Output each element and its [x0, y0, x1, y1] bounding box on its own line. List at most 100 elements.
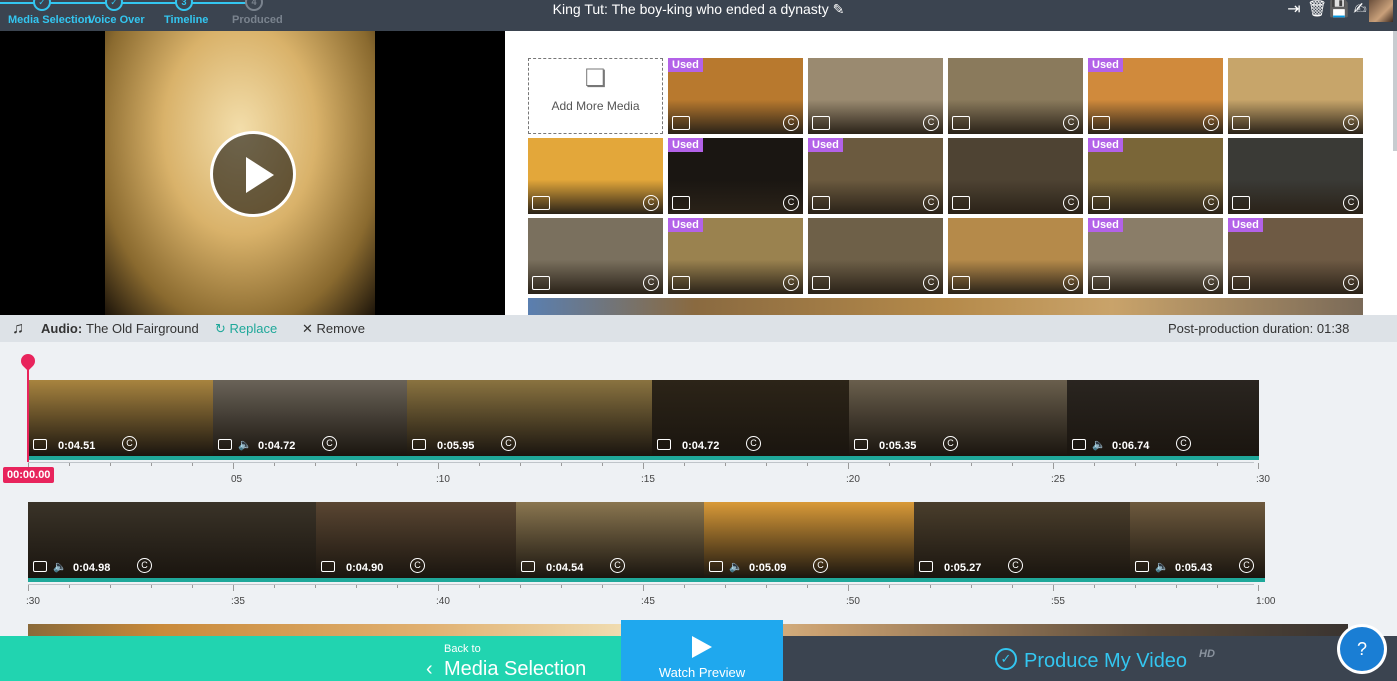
timeline-clip[interactable]: 0:05.27 C — [914, 502, 1130, 578]
copyright-icon: C — [1239, 558, 1254, 573]
clip-duration: 0:05.09 — [749, 562, 787, 574]
image-icon — [672, 276, 690, 290]
image-icon — [854, 439, 868, 450]
ruler-label: :10 — [436, 474, 450, 485]
timeline-track-bar — [28, 578, 1265, 582]
speaker-icon[interactable]: 🔈 — [1155, 560, 1169, 573]
timeline-clip[interactable]: 🔈 0:05.09 C — [704, 502, 914, 578]
media-thumbnail[interactable]: Used C — [668, 58, 803, 134]
video-player[interactable] — [0, 31, 505, 315]
ruler-tick — [1217, 585, 1218, 588]
avatar[interactable] — [1369, 0, 1393, 22]
timeline-clip[interactable]: 🔈 0:04.98 C — [28, 502, 316, 578]
audio-bar: ♫ Audio: The Old Fairground ↻ Replace ✕ … — [0, 315, 1397, 342]
comment-icon[interactable]: ✍ — [1351, 0, 1369, 20]
media-thumbnail[interactable]: Used C — [808, 138, 943, 214]
save-icon[interactable]: 💾 — [1329, 0, 1349, 20]
clip-duration: 0:05.27 — [944, 562, 982, 574]
media-thumbnail[interactable]: C — [948, 58, 1083, 134]
back-big-label: Media Selection — [444, 658, 587, 680]
pencil-icon[interactable]: ✎ — [833, 1, 845, 17]
ruler-tick — [1135, 463, 1136, 466]
speaker-icon[interactable]: 🔈 — [1092, 438, 1106, 451]
media-thumbnail[interactable]: Used C — [1088, 218, 1223, 294]
copyright-icon: C — [1343, 115, 1359, 131]
watch-preview-button[interactable]: Watch Preview — [621, 620, 783, 681]
ruler-tick — [315, 463, 316, 466]
speaker-icon[interactable]: 🔈 — [53, 560, 67, 573]
copyright-icon: C — [1343, 195, 1359, 211]
copyright-icon: C — [322, 436, 337, 451]
media-thumbnail[interactable]: C — [808, 218, 943, 294]
speaker-icon[interactable]: 🔈 — [238, 438, 252, 451]
timeline: 0:04.51 C 🔈 0:04.72 C 0:05.95 C 0:04.72 C 0:05.35… — [0, 342, 1397, 636]
ruler-tick — [848, 585, 849, 591]
media-thumbnail[interactable]: Used C — [1088, 58, 1223, 134]
ruler-tick — [520, 463, 521, 466]
remove-audio-button[interactable]: ✕ Remove — [302, 315, 365, 342]
timeline-ruler: 05:10:15:20:25:30 — [28, 462, 1270, 485]
produce-my-video-button[interactable]: ✓ Produce My Video HD ? — [783, 627, 1397, 681]
copyright-icon: C — [1008, 558, 1023, 573]
copyright-icon: C — [1343, 275, 1359, 291]
audio-label: Audio: — [41, 321, 83, 336]
ruler-tick — [28, 585, 29, 591]
timeline-clip[interactable]: 0:04.90 C — [316, 502, 516, 578]
speaker-icon[interactable]: 🔈 — [729, 560, 743, 573]
play-icon[interactable] — [210, 131, 296, 217]
ruler-tick — [766, 585, 767, 588]
media-thumbnail[interactable]: C — [948, 218, 1083, 294]
image-icon — [1092, 196, 1110, 210]
media-thumbnail[interactable]: C — [808, 58, 943, 134]
copyright-icon: C — [783, 115, 799, 131]
video-icon — [532, 196, 550, 210]
ruler-tick — [561, 585, 562, 588]
timeline-ruler: :30:35:40:45:50:55 1:00 — [26, 584, 1275, 607]
replace-audio-button[interactable]: ↻ Replace — [215, 315, 277, 342]
timeline-clip[interactable]: 0:05.95 C — [407, 380, 652, 456]
media-thumbnail[interactable]: Used C — [668, 138, 803, 214]
timeline-clip[interactable]: 🔈 0:06.74 C — [1067, 380, 1259, 456]
timeline-clip[interactable]: 🔈 0:05.43 C — [1130, 502, 1265, 578]
media-thumbnail[interactable]: C — [1228, 58, 1363, 134]
add-more-media-button[interactable]: ❏ Add More Media — [528, 58, 663, 134]
back-to-media-selection-button[interactable]: Back to ‹ Media Selection — [0, 636, 621, 681]
clip-duration: 0:04.90 — [346, 562, 384, 574]
exit-icon[interactable]: ⇥ — [1285, 0, 1303, 20]
clip-duration: 0:05.35 — [879, 440, 917, 452]
timeline-clip[interactable]: 0:04.54 C — [516, 502, 704, 578]
timeline-clip[interactable]: 0:04.51 C — [28, 380, 213, 456]
media-thumbnail[interactable]: C — [528, 218, 663, 294]
used-badge: Used — [1088, 58, 1123, 72]
clip-duration: 0:04.72 — [682, 440, 720, 452]
clip-duration: 0:05.43 — [1175, 562, 1213, 574]
ruler-tick — [807, 463, 808, 466]
chevron-left-icon: ‹ — [426, 658, 433, 680]
chat-help-icon[interactable]: ? — [1340, 627, 1384, 671]
ruler-tick — [1053, 585, 1054, 591]
ruler-tick — [889, 463, 890, 466]
ruler-tick — [602, 463, 603, 466]
video-icon — [1092, 116, 1110, 130]
video-icon — [33, 561, 47, 572]
timeline-clip[interactable]: 0:04.72 C — [652, 380, 849, 456]
project-title[interactable]: King Tut: The boy-king who ended a dynas… — [0, 1, 1397, 18]
media-thumbnail[interactable]: Used C — [1088, 138, 1223, 214]
media-thumbnail[interactable]: Used C — [668, 218, 803, 294]
ruler-tick — [397, 585, 398, 588]
timeline-clip[interactable]: 🔈 0:04.72 C — [213, 380, 407, 456]
playhead[interactable] — [27, 362, 29, 462]
trash-icon[interactable]: 🗑 — [1307, 0, 1327, 20]
media-thumbnail[interactable]: C — [948, 138, 1083, 214]
media-thumbnail[interactable]: C — [1228, 138, 1363, 214]
ruler-tick — [602, 585, 603, 588]
media-thumbnail[interactable]: C — [528, 138, 663, 214]
media-thumbnail[interactable]: Used C — [1228, 218, 1363, 294]
copyright-icon: C — [1203, 195, 1219, 211]
timeline-track-bar — [28, 456, 1259, 460]
play-icon — [692, 636, 712, 658]
media-scrollbar[interactable] — [1393, 31, 1397, 151]
timeline-clip[interactable]: 0:05.35 C — [849, 380, 1067, 456]
ruler-tick — [479, 585, 480, 588]
ruler-tick — [520, 585, 521, 588]
